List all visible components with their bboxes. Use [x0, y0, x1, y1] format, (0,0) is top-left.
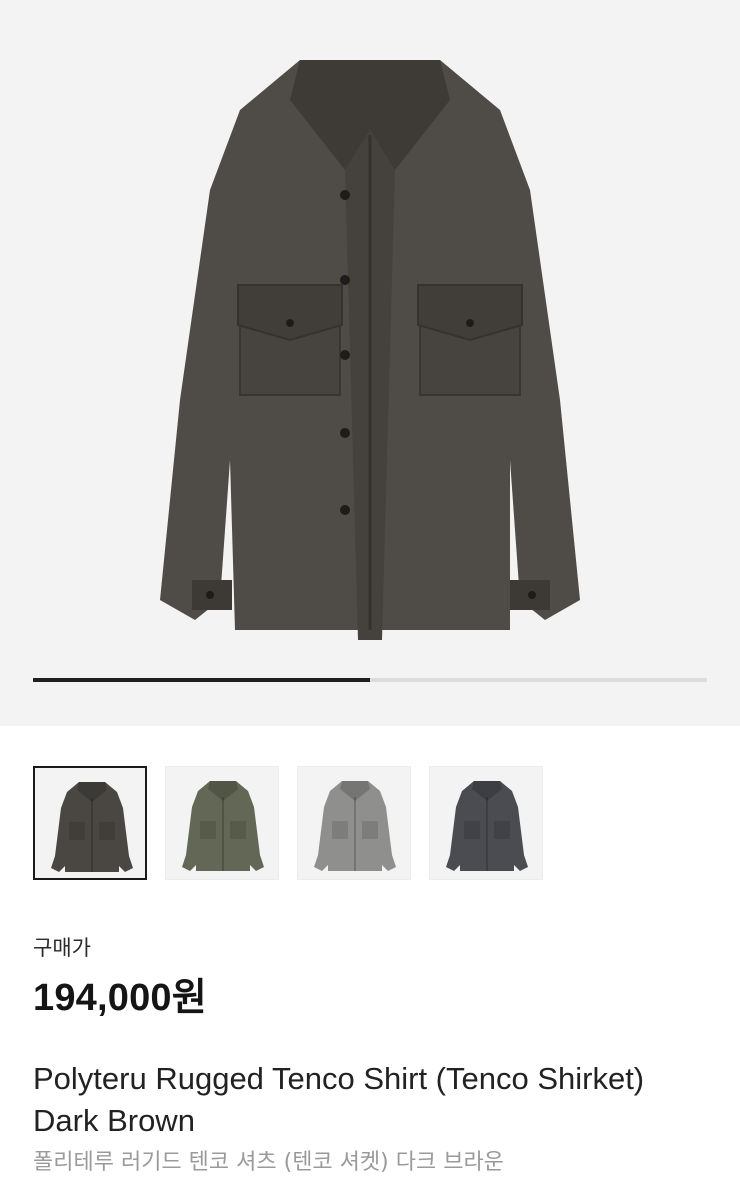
- price: 194,000원: [33, 977, 207, 1019]
- price-label: 구매가: [33, 937, 91, 960]
- shirt-jacket-image: [160, 60, 580, 640]
- product-image-carousel[interactable]: [0, 0, 740, 726]
- product-thumbnail[interactable]: [165, 766, 279, 880]
- shirt-thumbnail-image: [51, 782, 133, 872]
- shirt-thumbnail-image: [314, 781, 396, 871]
- gallery-progress-bar: [33, 678, 707, 682]
- product-subtitle: 폴리테루 러기드 텐코 셔츠 (텐코 셔켓) 다크 브라운: [33, 1150, 504, 1175]
- product-title: Polyteru Rugged Tenco Shirt (Tenco Shirk…: [33, 1061, 645, 1138]
- shirt-thumbnail-image: [182, 781, 264, 871]
- product-thumbnail[interactable]: [429, 766, 543, 880]
- gallery-progress-fill: [33, 678, 370, 682]
- shirt-thumbnail-image: [446, 781, 528, 871]
- product-thumbnail[interactable]: [297, 766, 411, 880]
- product-thumbnail[interactable]: [33, 766, 147, 880]
